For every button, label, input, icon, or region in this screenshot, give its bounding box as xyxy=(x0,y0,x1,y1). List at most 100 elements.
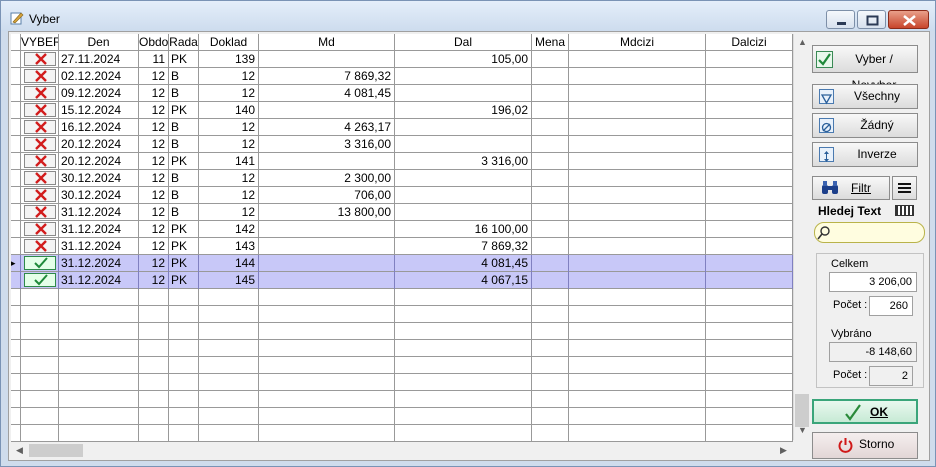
vsechny-button[interactable]: Všechny xyxy=(812,84,918,109)
unselected-checkbox[interactable] xyxy=(24,137,56,151)
scroll-up-arrow-icon[interactable]: ▲ xyxy=(794,34,811,51)
column-header-mena[interactable]: Mena xyxy=(532,34,569,51)
cell-dalcizi xyxy=(706,51,793,68)
cell-md xyxy=(259,357,395,374)
cell-mena xyxy=(532,102,569,119)
storno-button[interactable]: Storno xyxy=(812,432,918,459)
table-row[interactable]: 31.12.2024 12 PK 145 4 067,15 xyxy=(11,272,793,289)
minimize-button[interactable] xyxy=(826,10,855,29)
table-row[interactable]: 02.12.2024 12 B 12 7 869,32 xyxy=(11,68,793,85)
unselected-checkbox[interactable] xyxy=(24,69,56,83)
table-row[interactable]: ▸ 31.12.2024 12 PK 144 4 081,45 xyxy=(11,255,793,272)
unselected-checkbox[interactable] xyxy=(24,239,56,253)
unselected-checkbox[interactable] xyxy=(24,86,56,100)
column-header-dalcizi[interactable]: Dalcizi xyxy=(706,34,793,51)
cell-mdcizi xyxy=(569,391,706,408)
records-grid[interactable]: VYBER Den Obdo Rada Doklad Md Dal Mena Mdcizi Dal… xyxy=(11,34,793,442)
table-row[interactable]: 15.12.2024 12 PK 140 196,02 xyxy=(11,102,793,119)
horizontal-scroll-thumb[interactable] xyxy=(29,444,83,457)
selected-checkbox[interactable] xyxy=(24,256,56,270)
cell-doklad: 12 xyxy=(199,204,259,221)
unselected-checkbox[interactable] xyxy=(24,205,56,219)
close-button[interactable] xyxy=(888,10,929,29)
cell-mena xyxy=(532,408,569,425)
cell-dalcizi xyxy=(706,391,793,408)
column-header-md[interactable]: Md xyxy=(259,34,395,51)
vyber-cell xyxy=(21,272,59,289)
row-indicator xyxy=(11,170,21,187)
cell-obdo xyxy=(139,357,169,374)
table-row[interactable]: 31.12.2024 12 PK 143 7 869,32 xyxy=(11,238,793,255)
cell-obdo: 12 xyxy=(139,170,169,187)
column-header-mdcizi[interactable]: Mdcizi xyxy=(569,34,706,51)
table-row[interactable]: 30.12.2024 12 B 12 2 300,00 xyxy=(11,170,793,187)
column-header-doklad[interactable]: Doklad xyxy=(199,34,259,51)
unselected-checkbox[interactable] xyxy=(24,222,56,236)
row-indicator xyxy=(11,425,21,442)
table-row[interactable] xyxy=(11,408,793,425)
cell-dal xyxy=(395,306,532,323)
table-row[interactable] xyxy=(11,289,793,306)
unselected-checkbox[interactable] xyxy=(24,120,56,134)
vyber-cell xyxy=(21,153,59,170)
red-x-icon xyxy=(35,240,47,252)
cell-dalcizi xyxy=(706,153,793,170)
table-row[interactable] xyxy=(11,425,793,442)
column-header-den[interactable]: Den xyxy=(59,34,139,51)
table-row[interactable] xyxy=(11,374,793,391)
vyber-nevyber-button[interactable]: Vyber / Nevyber xyxy=(812,45,918,92)
scroll-down-arrow-icon[interactable]: ▼ xyxy=(794,422,811,439)
filtr-button[interactable]: Filtr xyxy=(812,176,890,200)
table-row[interactable]: 31.12.2024 12 B 12 13 800,00 xyxy=(11,204,793,221)
table-row[interactable]: 20.12.2024 12 PK 141 3 316,00 xyxy=(11,153,793,170)
vertical-scrollbar[interactable]: ▲ ▼ xyxy=(793,34,810,440)
unselected-checkbox[interactable] xyxy=(24,103,56,117)
green-check-icon xyxy=(34,274,48,286)
cell-mdcizi xyxy=(569,272,706,289)
table-row[interactable] xyxy=(11,306,793,323)
search-field[interactable] xyxy=(814,222,925,243)
unselected-checkbox[interactable] xyxy=(24,52,56,66)
table-row[interactable] xyxy=(11,340,793,357)
horizontal-scrollbar[interactable]: ◀ ▶ xyxy=(11,442,793,459)
keyboard-icon[interactable] xyxy=(895,205,914,216)
column-header-vyber[interactable]: VYBER xyxy=(21,34,59,51)
unselected-checkbox[interactable] xyxy=(24,154,56,168)
table-row[interactable]: 16.12.2024 12 B 12 4 263,17 xyxy=(11,119,793,136)
column-header-rada[interactable]: Rada xyxy=(169,34,199,51)
table-row[interactable] xyxy=(11,391,793,408)
selected-checkbox[interactable] xyxy=(24,273,56,287)
cell-dal xyxy=(395,136,532,153)
table-row[interactable]: 27.11.2024 11 PK 139 105,00 xyxy=(11,51,793,68)
cell-obdo xyxy=(139,374,169,391)
vyber-cell xyxy=(21,102,59,119)
row-indicator xyxy=(11,391,21,408)
table-row[interactable]: 30.12.2024 12 B 12 706,00 xyxy=(11,187,793,204)
maximize-button[interactable] xyxy=(857,10,886,29)
cell-obdo: 11 xyxy=(139,51,169,68)
vyber-cell xyxy=(21,187,59,204)
cell-mdcizi xyxy=(569,153,706,170)
scroll-right-arrow-icon[interactable]: ▶ xyxy=(775,442,792,459)
cell-mdcizi xyxy=(569,289,706,306)
table-row[interactable] xyxy=(11,357,793,374)
cell-den: 20.12.2024 xyxy=(59,136,139,153)
table-row[interactable]: 31.12.2024 12 PK 142 16 100,00 xyxy=(11,221,793,238)
table-row[interactable]: 09.12.2024 12 B 12 4 081,45 xyxy=(11,85,793,102)
table-row[interactable] xyxy=(11,323,793,340)
scroll-left-arrow-icon[interactable]: ◀ xyxy=(11,442,28,459)
menu-button[interactable] xyxy=(892,176,917,200)
cell-obdo xyxy=(139,340,169,357)
title-bar[interactable]: Vyber xyxy=(1,1,935,31)
column-header-obdo[interactable]: Obdo xyxy=(139,34,169,51)
unselected-checkbox[interactable] xyxy=(24,171,56,185)
unselected-checkbox[interactable] xyxy=(24,188,56,202)
ok-button[interactable]: OK xyxy=(812,399,918,424)
cell-dal: 3 316,00 xyxy=(395,153,532,170)
red-x-icon xyxy=(35,53,47,65)
table-row[interactable]: 20.12.2024 12 B 12 3 316,00 xyxy=(11,136,793,153)
column-header-dal[interactable]: Dal xyxy=(395,34,532,51)
inverze-button[interactable]: Inverze xyxy=(812,142,918,167)
row-indicator xyxy=(11,51,21,68)
zadny-button[interactable]: Žádný xyxy=(812,113,918,138)
